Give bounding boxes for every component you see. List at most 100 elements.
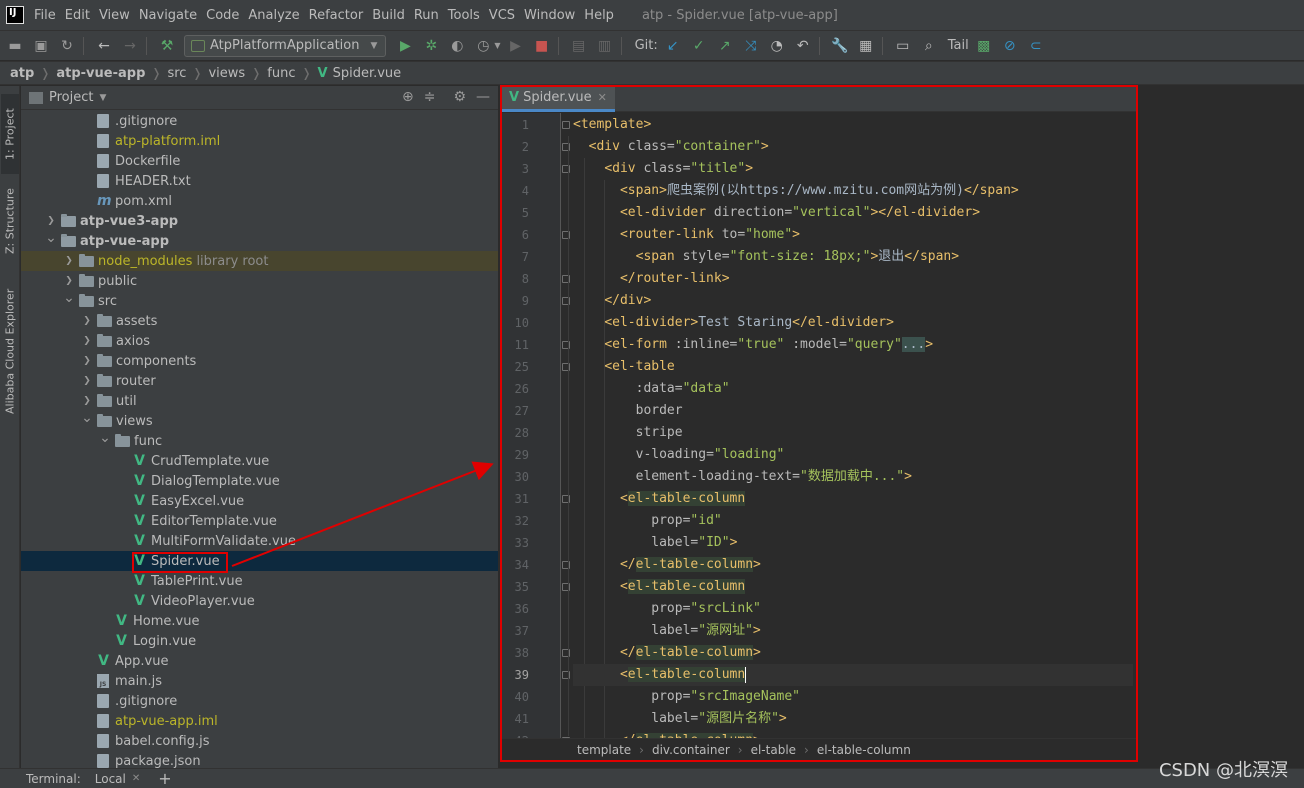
tree-node[interactable]: V TablePrint.vue (21, 571, 498, 591)
tree-node[interactable]: m pom.xml (21, 191, 498, 211)
tail-label[interactable]: Tail (948, 38, 969, 53)
run-icon[interactable]: ▶ (394, 35, 416, 57)
structure-tool-tab[interactable]: Z: Structure (1, 178, 19, 264)
tree-node[interactable]: ❯ components (21, 351, 498, 371)
menu-item-analyze[interactable]: Analyze (248, 8, 299, 23)
save-all-icon[interactable]: ▣ (30, 35, 52, 57)
menu-item-file[interactable]: File (34, 8, 56, 23)
tree-node[interactable]: V VideoPlayer.vue (21, 591, 498, 611)
chevron-right-icon[interactable]: ❯ (45, 216, 57, 226)
tree-node[interactable]: ❯ node_modules library root (21, 251, 498, 271)
chevron-right-icon[interactable]: ❯ (81, 376, 93, 386)
monitor-graph-icon[interactable]: ▩ (973, 35, 995, 57)
git-history-clock-icon[interactable]: ◔ (766, 35, 788, 57)
tree-node[interactable]: atp-platform.iml (21, 131, 498, 151)
chevron-down-icon[interactable]: ⌄ (45, 230, 57, 246)
menu-item-run[interactable]: Run (414, 8, 439, 23)
profile-icon[interactable]: ◷ (472, 35, 494, 57)
gear-icon[interactable]: ⚙ (453, 89, 466, 105)
project-structure-icon[interactable]: ▦ (855, 35, 877, 57)
menu-item-tools[interactable]: Tools (448, 8, 480, 23)
tree-node[interactable]: HEADER.txt (21, 171, 498, 191)
project-tool-tab[interactable]: 1: Project (1, 94, 19, 174)
tree-node[interactable]: V DialogTemplate.vue (21, 471, 498, 491)
tree-node[interactable]: Dockerfile (21, 151, 498, 171)
breadcrumb-item[interactable]: func (267, 66, 295, 81)
chevron-right-icon[interactable]: ❯ (81, 336, 93, 346)
locate-target-icon[interactable]: ⊕ (402, 89, 414, 105)
breadcrumb-item[interactable]: Spider.vue (333, 66, 402, 81)
chevron-right-icon[interactable]: ❯ (81, 396, 93, 406)
add-terminal-button[interactable]: + (158, 769, 171, 788)
build-hammer-icon[interactable]: ⚒ (156, 35, 178, 57)
chevron-right-icon[interactable]: ❯ (81, 316, 93, 326)
chevron-down-icon[interactable]: ⌄ (99, 430, 111, 446)
menu-item-window[interactable]: Window (524, 8, 575, 23)
sync-icon[interactable]: ↻ (56, 35, 78, 57)
tree-node[interactable]: V Login.vue (21, 631, 498, 651)
rerun-icon[interactable]: ▶ (505, 35, 527, 57)
tree-node[interactable]: package.json (21, 751, 498, 768)
attach-icon[interactable]: ▤ (568, 35, 590, 57)
search-icon[interactable]: ⌕ (918, 35, 940, 57)
tree-node[interactable]: babel.config.js (21, 731, 498, 751)
tree-node[interactable]: ❯ public (21, 271, 498, 291)
tree-node[interactable]: ❯ axios (21, 331, 498, 351)
chevron-right-icon[interactable]: ❯ (63, 256, 75, 266)
breadcrumb-item[interactable]: src (167, 66, 186, 81)
terminal-icon[interactable]: ▭ (892, 35, 914, 57)
tree-node[interactable]: .gitignore (21, 691, 498, 711)
tree-node[interactable]: atp-vue-app.iml (21, 711, 498, 731)
git-update-icon[interactable]: ↙ (662, 35, 684, 57)
menu-item-view[interactable]: View (99, 8, 130, 23)
tree-node[interactable]: V App.vue (21, 651, 498, 671)
cloud-toolkit-icon[interactable]: ⊂ (1025, 35, 1047, 57)
chevron-down-icon[interactable]: ⌄ (63, 290, 75, 306)
chevron-right-icon[interactable]: ❯ (81, 356, 93, 366)
coverage-icon[interactable]: ◐ (446, 35, 468, 57)
tree-node[interactable]: ⌄ atp-vue-app (21, 230, 498, 251)
terminal-tab-local[interactable]: Local (95, 772, 126, 786)
breadcrumb-item[interactable]: atp-vue-app (56, 66, 145, 81)
tree-node[interactable]: ❯ util (21, 391, 498, 411)
tree-node[interactable]: V Home.vue (21, 611, 498, 631)
back-arrow-icon[interactable]: ← (93, 35, 115, 57)
menu-item-refactor[interactable]: Refactor (309, 8, 364, 23)
tree-node[interactable]: ⌄ func (21, 430, 498, 451)
git-push-icon[interactable]: ↗ (714, 35, 736, 57)
git-merge-icon[interactable]: ⤨ (740, 35, 762, 57)
alibaba-cloud-explorer-tab[interactable]: Alibaba Cloud Explorer (1, 278, 19, 424)
open-folder-icon[interactable]: ▬ (4, 35, 26, 57)
menu-item-navigate[interactable]: Navigate (139, 8, 197, 23)
deploy-icon[interactable]: ▥ (594, 35, 616, 57)
stop-icon[interactable]: ■ (531, 35, 553, 57)
git-rollback-icon[interactable]: ↶ (792, 35, 814, 57)
chevron-down-icon[interactable]: ▼ (99, 93, 106, 103)
tree-node[interactable]: V Spider.vue (21, 551, 498, 571)
tree-node[interactable]: ❯ router (21, 371, 498, 391)
menu-item-edit[interactable]: Edit (65, 8, 90, 23)
chevron-down-icon[interactable]: ▼ (494, 41, 500, 50)
tree-node[interactable]: V MultiFormValidate.vue (21, 531, 498, 551)
menu-item-help[interactable]: Help (584, 8, 614, 23)
run-configuration-select[interactable]: AtpPlatformApplication ▼ (184, 34, 387, 57)
no-entry-icon[interactable]: ⊘ (999, 35, 1021, 57)
tree-node[interactable]: ⌄ src (21, 290, 498, 311)
collapse-all-icon[interactable]: ≑ (424, 89, 436, 105)
tree-node[interactable]: ❯ assets (21, 311, 498, 331)
tree-node[interactable]: .gitignore (21, 111, 498, 131)
menu-item-vcs[interactable]: VCS (489, 8, 515, 23)
tree-node[interactable]: V EasyExcel.vue (21, 491, 498, 511)
tree-node[interactable]: ⌄ views (21, 410, 498, 431)
forward-arrow-icon[interactable]: → (119, 35, 141, 57)
project-panel-title[interactable]: Project (49, 90, 93, 105)
menu-item-code[interactable]: Code (206, 8, 239, 23)
chevron-down-icon[interactable]: ⌄ (81, 410, 93, 426)
debug-bug-icon[interactable]: ✲ (420, 35, 442, 57)
menu-item-build[interactable]: Build (372, 8, 405, 23)
close-icon[interactable]: ✕ (132, 773, 140, 784)
tree-node[interactable]: V CrudTemplate.vue (21, 451, 498, 471)
breadcrumb-item[interactable]: atp (10, 66, 34, 81)
chevron-right-icon[interactable]: ❯ (63, 276, 75, 286)
breadcrumb-item[interactable]: views (208, 66, 245, 81)
